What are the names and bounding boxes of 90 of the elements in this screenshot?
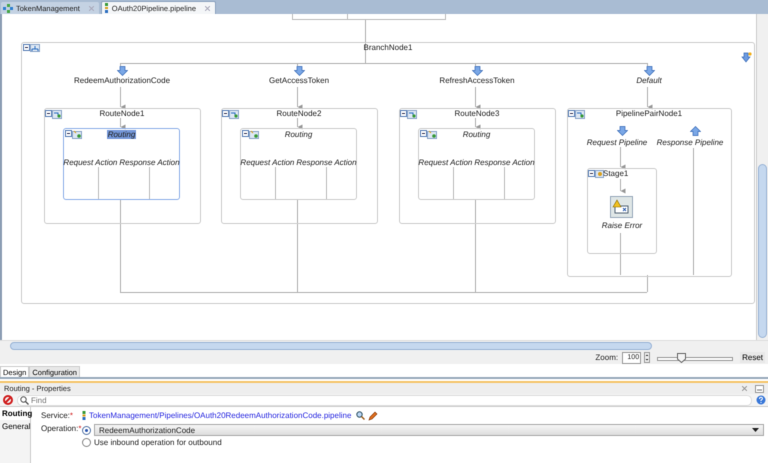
connector-line [297, 86, 302, 110]
help-icon[interactable] [756, 395, 766, 405]
option-label: Use inbound operation for outbound [94, 438, 222, 447]
connector-line [120, 86, 126, 110]
zoom-label: Zoom: [595, 353, 618, 362]
down-arrow-icon [472, 66, 483, 76]
required-mark: * [70, 411, 74, 420]
action-label: Request Action [418, 158, 472, 167]
routing-icon [72, 130, 83, 139]
required-mark: * [78, 424, 82, 433]
branch-label: Default [635, 76, 663, 85]
collapse-icon[interactable] [242, 130, 249, 137]
action-label: Response Action [119, 158, 180, 167]
connector-line [297, 118, 302, 130]
pencil-icon[interactable] [368, 411, 378, 421]
up-arrow-icon [690, 126, 701, 136]
pipeline-icon [104, 3, 109, 13]
routing-label: Routing [106, 130, 136, 139]
stage-box[interactable] [587, 168, 657, 254]
vertical-scrollbar[interactable] [756, 14, 768, 340]
action-label: Request Action [240, 158, 294, 167]
connector-line [620, 178, 626, 194]
operation-dropdown[interactable]: RedeemAuthorizationCode [94, 424, 764, 436]
side-tab[interactable]: Routing [0, 407, 30, 420]
pipeline-icon [82, 411, 86, 420]
connector-line [620, 146, 626, 170]
action-label: Response Action [474, 158, 535, 167]
collapse-icon[interactable] [222, 110, 229, 117]
routing-label: Routing [284, 130, 314, 139]
node-title: PipelinePairNode1 [614, 109, 684, 118]
route-icon [407, 110, 417, 119]
branch-label: RedeemAuthorizationCode [72, 76, 172, 85]
collapse-icon[interactable] [568, 110, 575, 117]
collapse-icon[interactable] [23, 44, 30, 51]
collapse-icon[interactable] [588, 170, 595, 177]
service-link[interactable]: TokenManagement/Pipelines/OAuth20RedeemAuthorizationCode.pipeline [89, 411, 352, 420]
node-title: RouteNode3 [454, 109, 500, 118]
connector-line [120, 118, 126, 130]
collapse-icon[interactable] [45, 110, 52, 117]
horizontal-scrollbar[interactable] [0, 340, 768, 351]
branch-label: GetAccessToken [268, 76, 330, 85]
node-title: BranchNode1 [362, 43, 414, 52]
pipeline-label: Response Pipeline [656, 138, 724, 147]
spinner-icon[interactable] [644, 352, 650, 363]
collapse-icon[interactable] [400, 110, 407, 117]
find-field[interactable]: Find [17, 394, 752, 406]
stage-title: Stage1 [603, 169, 628, 178]
search-icon [20, 396, 29, 404]
route-icon [229, 110, 239, 119]
action-label: Raise Error [600, 221, 644, 230]
node-title: RouteNode1 [98, 109, 146, 118]
connector-line [647, 86, 652, 110]
stage-icon [595, 170, 604, 178]
down-arrow-icon [294, 66, 305, 76]
routing-box[interactable]: Routing Request Action Response Action [418, 128, 535, 200]
routing-box[interactable]: Routing Request Action Response Action [63, 128, 180, 200]
node-title: RouteNode2 [276, 109, 322, 118]
routing-box[interactable]: Routing Request Action Response Action [240, 128, 357, 200]
down-arrow-icon [644, 66, 655, 76]
stop-icon[interactable] [3, 395, 13, 405]
pipeline-pair-icon [575, 110, 585, 119]
caret-icon [752, 428, 759, 432]
search-icon[interactable] [356, 411, 366, 420]
radio-button[interactable] [82, 438, 91, 447]
project-icon [3, 4, 13, 12]
routing-icon [249, 130, 260, 139]
connector-line [620, 232, 621, 276]
collapse-icon[interactable] [420, 130, 427, 137]
field-label: Service: [41, 411, 70, 420]
down-arrow-icon [617, 126, 628, 136]
branch-icon [30, 44, 40, 52]
zoom-slider[interactable] [657, 352, 734, 362]
action-label: Response Action [296, 158, 357, 167]
pipeline-label: Request Pipeline [586, 138, 648, 147]
connector-line [475, 118, 480, 130]
connector-line [475, 86, 480, 110]
routing-icon [427, 130, 438, 139]
routing-label: Routing [462, 130, 492, 139]
field-label: Operation: [41, 424, 78, 433]
branch-label: RefreshAccessToken [438, 76, 516, 85]
reset-button[interactable]: Reset [740, 352, 765, 363]
radio-button[interactable] [82, 426, 91, 434]
minimize-icon[interactable] [755, 384, 764, 392]
action-label: Request Action [63, 158, 118, 167]
down-arrow-icon [117, 66, 128, 76]
route-icon [52, 110, 62, 119]
slider-thumb[interactable] [677, 352, 686, 362]
arrow-icon[interactable] [741, 52, 752, 63]
raise-error-icon[interactable] [610, 196, 633, 218]
collapse-icon[interactable] [65, 130, 72, 137]
